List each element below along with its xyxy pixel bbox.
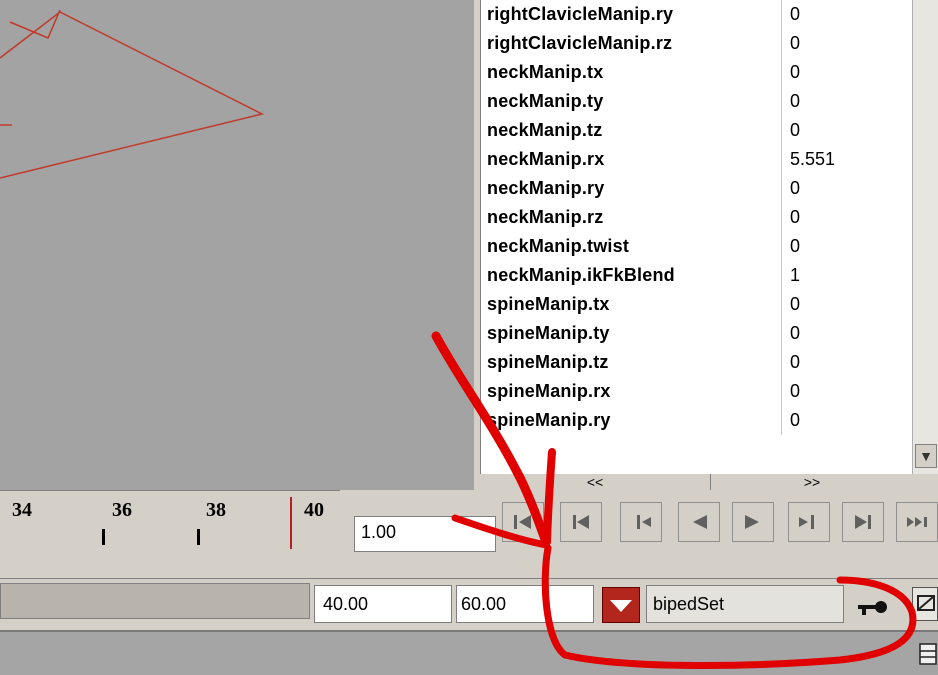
channel-list: rightClavicleManip.ry 0 rightClavicleManip… — [480, 0, 913, 474]
channel-name[interactable]: neckManip.twist — [487, 236, 629, 257]
scroll-left-button[interactable]: << — [480, 474, 711, 490]
channel-row[interactable]: neckManip.ikFkBlend 1 — [481, 261, 913, 290]
range-slider[interactable] — [0, 583, 310, 619]
tick-label: 38 — [206, 499, 226, 521]
channel-box: rightClavicleManip.ry 0 rightClavicleManip… — [474, 0, 938, 490]
channel-value[interactable]: 0 — [790, 91, 800, 112]
step-back-frame-icon[interactable] — [620, 502, 662, 542]
channel-row[interactable]: rightClavicleManip.ry 0 — [481, 0, 913, 29]
channel-value[interactable]: 0 — [790, 178, 800, 199]
character-set-menu-button[interactable] — [602, 587, 640, 623]
channel-name[interactable]: neckManip.rx — [487, 149, 604, 170]
channel-value-cell[interactable]: 0 — [781, 348, 912, 377]
channel-value[interactable]: 0 — [790, 410, 800, 431]
channel-value[interactable]: 0 — [790, 33, 800, 54]
go-to-end-icon[interactable] — [896, 502, 938, 542]
channel-name[interactable]: neckManip.tz — [487, 120, 602, 141]
tick-label: 34 — [12, 499, 32, 521]
channel-value-cell[interactable]: 0 — [781, 87, 912, 116]
channel-value-cell[interactable]: 0 — [781, 319, 912, 348]
channel-row[interactable]: neckManip.tz 0 — [481, 116, 913, 145]
tick-label: 36 — [112, 499, 132, 521]
tick-mark — [197, 529, 200, 545]
channel-name[interactable]: spineManip.ry — [487, 410, 611, 431]
channel-row[interactable]: neckManip.rz 0 — [481, 203, 913, 232]
channel-row[interactable]: spineManip.tx 0 — [481, 290, 913, 319]
go-to-start-icon[interactable] — [502, 502, 544, 542]
horizontal-scrollbar[interactable]: << >> — [480, 474, 912, 490]
channel-value[interactable]: 0 — [790, 62, 800, 83]
channel-name[interactable]: spineManip.rx — [487, 381, 611, 402]
channel-value-cell[interactable]: 0 — [781, 203, 912, 232]
channel-value[interactable]: 0 — [790, 4, 800, 25]
channel-value-cell[interactable]: 0 — [781, 29, 912, 58]
channel-row[interactable]: rightClavicleManip.rz 0 — [481, 29, 913, 58]
channel-row[interactable]: spineManip.rx 0 — [481, 377, 913, 406]
channel-value-cell[interactable]: 0 — [781, 290, 912, 319]
character-set-field[interactable]: bipedSet — [646, 585, 844, 623]
channel-name[interactable]: neckManip.ry — [487, 178, 604, 199]
current-time-marker[interactable] — [290, 497, 292, 549]
step-back-key-icon[interactable] — [560, 502, 602, 542]
channel-value[interactable]: 0 — [790, 294, 800, 315]
channel-row[interactable]: spineManip.ry 0 — [481, 406, 913, 435]
channel-value[interactable]: 5.551 — [790, 149, 835, 170]
triangle-down-icon — [610, 600, 632, 612]
channel-name[interactable]: rightClavicleManip.ry — [487, 4, 673, 25]
channel-value-cell[interactable]: 5.551 — [781, 145, 912, 174]
channel-value-cell[interactable]: 0 — [781, 377, 912, 406]
channel-name[interactable]: neckManip.ty — [487, 91, 603, 112]
channel-name[interactable]: neckManip.rz — [487, 207, 603, 228]
current-frame-field[interactable]: 1.00 — [354, 516, 496, 552]
time-slider[interactable]: 34 36 38 40 — [0, 490, 340, 579]
channel-value[interactable]: 1 — [790, 265, 800, 286]
channel-value-cell[interactable]: 0 — [781, 174, 912, 203]
channel-name[interactable]: spineManip.tz — [487, 352, 609, 373]
scroll-right-button[interactable]: >> — [712, 474, 912, 490]
range-slider-bar: 40.00 60.00 bipedSet — [0, 578, 938, 631]
channel-value-cell[interactable]: 1 — [781, 261, 912, 290]
vertical-scrollbar[interactable]: ▼ — [912, 0, 938, 474]
channel-value-cell[interactable]: 0 — [781, 232, 912, 261]
channel-row[interactable]: neckManip.ty 0 — [481, 87, 913, 116]
channel-name[interactable]: spineManip.tx — [487, 294, 610, 315]
max-time-field[interactable]: 60.00 — [456, 585, 594, 623]
channel-row[interactable]: spineManip.tz 0 — [481, 348, 913, 377]
channel-value-cell[interactable]: 0 — [781, 116, 912, 145]
channel-name[interactable]: rightClavicleManip.rz — [487, 33, 672, 54]
chevron-down-icon[interactable]: ▼ — [915, 444, 937, 468]
channel-value[interactable]: 0 — [790, 381, 800, 402]
channel-value[interactable]: 0 — [790, 236, 800, 257]
tick-mark — [102, 529, 105, 545]
channel-row[interactable]: neckManip.rx 5.551 — [481, 145, 913, 174]
channel-row[interactable]: neckManip.tx 0 — [481, 58, 913, 87]
animation-prefs-icon[interactable] — [912, 587, 938, 621]
channel-row[interactable]: neckManip.ry 0 — [481, 174, 913, 203]
end-time-field[interactable]: 40.00 — [314, 585, 452, 623]
channel-name[interactable]: neckManip.ikFkBlend — [487, 265, 675, 286]
channel-row[interactable]: neckManip.twist 0 — [481, 232, 913, 261]
step-forward-frame-icon[interactable] — [788, 502, 830, 542]
channel-name[interactable]: neckManip.tx — [487, 62, 603, 83]
playback-controls — [502, 502, 938, 542]
channel-value[interactable]: 0 — [790, 207, 800, 228]
tick-label: 40 — [304, 499, 324, 521]
play-forward-icon[interactable] — [732, 502, 774, 542]
channel-value[interactable]: 0 — [790, 352, 800, 373]
key-icon[interactable] — [858, 589, 888, 621]
channel-name[interactable]: spineManip.ty — [487, 323, 610, 344]
channel-value-cell[interactable]: 0 — [781, 58, 912, 87]
menu-icon[interactable] — [918, 642, 938, 666]
channel-value[interactable]: 0 — [790, 120, 800, 141]
command-line-bar — [0, 630, 938, 675]
step-forward-key-icon[interactable] — [842, 502, 884, 542]
play-backward-icon[interactable] — [678, 502, 720, 542]
channel-value[interactable]: 0 — [790, 323, 800, 344]
channel-value-cell[interactable]: 0 — [781, 406, 912, 435]
viewport[interactable] — [0, 0, 474, 490]
channel-value-cell[interactable]: 0 — [781, 0, 912, 29]
channel-row[interactable]: spineManip.ty 0 — [481, 319, 913, 348]
wireframe-shape — [0, 9, 265, 179]
